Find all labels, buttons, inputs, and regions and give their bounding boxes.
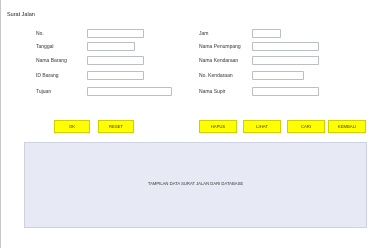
nama-supir-field[interactable] xyxy=(252,87,319,96)
label-nama-supir: Nama Supir xyxy=(199,89,226,95)
hapus-button[interactable]: HAPUS xyxy=(199,120,237,133)
label-tujuan: Tujuan xyxy=(36,89,52,95)
label-no-kendaraan: No. Kendaraan xyxy=(199,73,233,79)
nama-kendaraan-field[interactable] xyxy=(252,56,319,65)
jam-field[interactable] xyxy=(252,29,281,38)
nama-barang-field[interactable] xyxy=(87,56,144,65)
no-kendaraan-field[interactable] xyxy=(252,71,304,80)
label-jam: Jam xyxy=(199,31,209,37)
label-nama-kendaraan: Nama Kendaraan xyxy=(199,58,239,64)
label-id-barang: ID Barang xyxy=(36,73,59,79)
ok-button[interactable]: OK xyxy=(54,120,90,133)
database-data-panel: TAMPILAN DATA SURAT JALAN DARI DATABASE xyxy=(24,142,367,228)
reset-button[interactable]: RESET xyxy=(98,120,134,133)
tujuan-field[interactable] xyxy=(87,87,172,96)
cari-button[interactable]: CARI xyxy=(287,120,325,133)
label-nama-barang: Nama Barang xyxy=(36,58,67,64)
tanggal-field[interactable] xyxy=(87,42,135,51)
nama-penumpang-field[interactable] xyxy=(252,42,319,51)
no-field[interactable] xyxy=(87,29,144,38)
panel-placeholder-text: TAMPILAN DATA SURAT JALAN DARI DATABASE xyxy=(147,181,244,186)
id-barang-field[interactable] xyxy=(87,71,144,80)
kembali-button[interactable]: KEMBALI xyxy=(328,120,366,133)
label-no: No. xyxy=(36,31,44,37)
window-title: Surat Jalan xyxy=(7,12,35,18)
label-tanggal: Tanggal xyxy=(36,44,54,50)
label-nama-penumpang: Nama Penumpang xyxy=(199,44,241,50)
lihat-button[interactable]: LIHAT xyxy=(243,120,281,133)
surat-jalan-window: Surat Jalan No. Tanggal Nama Barang ID B… xyxy=(0,0,375,248)
